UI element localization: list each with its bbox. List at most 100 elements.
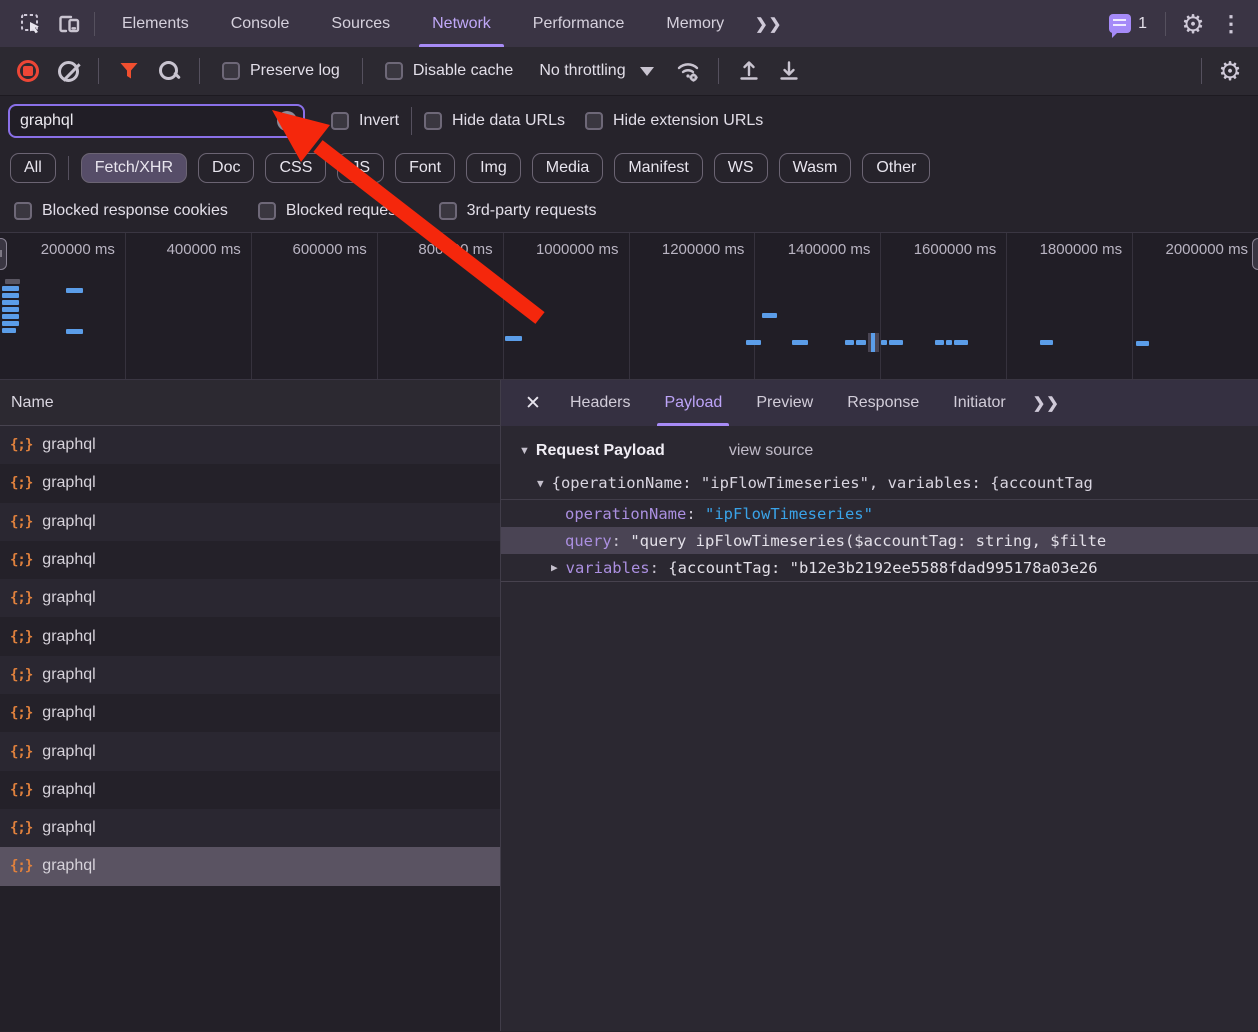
timeline-bar: [2, 286, 19, 291]
table-row[interactable]: {;}graphql: [0, 503, 500, 541]
tab-console[interactable]: Console: [210, 0, 311, 47]
timeline-left-grip[interactable]: I: [0, 238, 7, 270]
name-column-header[interactable]: Name: [0, 380, 500, 426]
filter-input[interactable]: [8, 104, 305, 138]
tab-headers[interactable]: Headers: [553, 380, 647, 426]
chip-fetch-xhr[interactable]: Fetch/XHR: [81, 153, 187, 183]
timeline-hover-marker: [868, 333, 879, 352]
chip-css[interactable]: CSS: [265, 153, 326, 183]
table-row-selected[interactable]: {;}graphql: [0, 847, 500, 885]
invert-checkbox[interactable]: Invert: [331, 112, 399, 130]
hide-extension-urls-checkbox[interactable]: Hide extension URLs: [585, 112, 763, 130]
more-detail-tabs-button[interactable]: ❯❯: [1023, 380, 1070, 426]
chip-all[interactable]: All: [10, 153, 56, 183]
clear-network-log-icon[interactable]: [50, 53, 86, 89]
payload-row-query[interactable]: query: "query ipFlowTimeseries($accountT…: [501, 527, 1258, 554]
tab-initiator[interactable]: Initiator: [936, 380, 1022, 426]
request-detail-panel: ✕ Headers Payload Preview Response Initi…: [501, 380, 1258, 1031]
tab-response[interactable]: Response: [830, 380, 936, 426]
tab-memory[interactable]: Memory: [645, 0, 745, 47]
settings-gear-icon[interactable]: ⚙: [1174, 11, 1212, 37]
view-source-link[interactable]: view source: [729, 442, 813, 460]
toolbar-divider: [718, 58, 719, 84]
network-conditions-icon[interactable]: [670, 53, 706, 89]
timeline-bar: [505, 336, 522, 341]
payload-summary-row[interactable]: ▼ {operationName: "ipFlowTimeseries", va…: [501, 468, 1258, 499]
table-row[interactable]: {;}graphql: [0, 464, 500, 502]
timeline-tick: 400000 ms: [126, 233, 252, 379]
table-row[interactable]: {;}graphql: [0, 771, 500, 809]
tab-network[interactable]: Network: [411, 0, 512, 47]
hide-data-urls-checkbox[interactable]: Hide data URLs: [424, 112, 565, 130]
timeline-bar: [845, 340, 854, 345]
payload-row-variables[interactable]: ▶ variables: {accountTag: "b12e3b2192ee5…: [501, 554, 1258, 581]
json-braces-icon: {;}: [10, 437, 32, 453]
export-har-icon[interactable]: [771, 53, 807, 89]
chip-ws[interactable]: WS: [714, 153, 768, 183]
table-row[interactable]: {;}graphql: [0, 426, 500, 464]
tab-elements[interactable]: Elements: [101, 0, 210, 47]
checkbox-icon: [385, 62, 403, 80]
filter-funnel-icon[interactable]: [111, 53, 147, 89]
chip-img[interactable]: Img: [466, 153, 521, 183]
json-braces-icon: {;}: [10, 820, 32, 836]
timeline-bar: [2, 293, 19, 298]
chip-other[interactable]: Other: [862, 153, 930, 183]
menu-dots-icon[interactable]: ⋮: [1212, 11, 1250, 37]
timeline-bar: [66, 288, 83, 293]
tab-sources[interactable]: Sources: [310, 0, 411, 47]
chip-font[interactable]: Font: [395, 153, 455, 183]
disable-cache-checkbox[interactable]: Disable cache: [375, 62, 524, 80]
tab-preview[interactable]: Preview: [739, 380, 830, 426]
toolbar-divider: [199, 58, 200, 84]
chip-js[interactable]: JS: [337, 153, 384, 183]
blocked-response-cookies-checkbox[interactable]: Blocked response cookies: [14, 202, 228, 220]
throttling-dropdown[interactable]: No throttling: [527, 62, 665, 80]
request-payload-section[interactable]: ▼ Request Payload view source: [501, 426, 1258, 468]
timeline-bar: [746, 340, 761, 345]
table-row[interactable]: {;}graphql: [0, 694, 500, 732]
inspect-element-icon[interactable]: [12, 0, 50, 47]
issues-counter[interactable]: 1: [1099, 14, 1157, 33]
clear-filter-icon[interactable]: ✕: [277, 111, 297, 131]
table-row[interactable]: {;}graphql: [0, 617, 500, 655]
blocked-requests-checkbox[interactable]: Blocked requests: [258, 202, 409, 220]
payload-row-operationName[interactable]: operationName: "ipFlowTimeseries": [501, 500, 1258, 527]
timeline-bar: [2, 321, 19, 326]
import-har-icon[interactable]: [731, 53, 767, 89]
chip-wasm[interactable]: Wasm: [779, 153, 852, 183]
json-braces-icon: {;}: [10, 475, 32, 491]
preserve-log-checkbox[interactable]: Preserve log: [212, 62, 350, 80]
device-toolbar-icon[interactable]: [50, 0, 88, 47]
network-overview-timeline[interactable]: 200000 ms 400000 ms 600000 ms 800000 ms …: [0, 232, 1258, 380]
timeline-tick: 800000 ms: [378, 233, 504, 379]
timeline-tick: 1200000 ms: [630, 233, 756, 379]
timeline-right-grip[interactable]: [1252, 238, 1258, 270]
chip-media[interactable]: Media: [532, 153, 604, 183]
timeline-bar: [2, 314, 19, 319]
third-party-requests-checkbox[interactable]: 3rd-party requests: [439, 202, 597, 220]
timeline-tick: 1400000 ms: [755, 233, 881, 379]
tab-performance[interactable]: Performance: [512, 0, 646, 47]
toolbar-right: ⚙: [1191, 53, 1248, 89]
more-tabs-button[interactable]: ❯❯: [745, 0, 792, 47]
checkbox-icon: [585, 112, 603, 130]
record-button[interactable]: [10, 53, 46, 89]
timeline-bar: [1040, 340, 1053, 345]
timeline-bar: [1136, 341, 1149, 346]
chip-manifest[interactable]: Manifest: [614, 153, 702, 183]
timeline-bar: [954, 340, 968, 345]
toolbar-divider: [98, 58, 99, 84]
table-row[interactable]: {;}graphql: [0, 656, 500, 694]
checkbox-icon: [424, 112, 442, 130]
chip-doc[interactable]: Doc: [198, 153, 254, 183]
search-icon[interactable]: [151, 53, 187, 89]
table-row[interactable]: {;}graphql: [0, 732, 500, 770]
table-row[interactable]: {;}graphql: [0, 579, 500, 617]
table-row[interactable]: {;}graphql: [0, 541, 500, 579]
close-icon[interactable]: ✕: [513, 380, 553, 426]
json-braces-icon: {;}: [10, 782, 32, 798]
table-row[interactable]: {;}graphql: [0, 809, 500, 847]
tab-payload[interactable]: Payload: [647, 380, 739, 426]
network-settings-gear-icon[interactable]: ⚙: [1212, 53, 1248, 89]
